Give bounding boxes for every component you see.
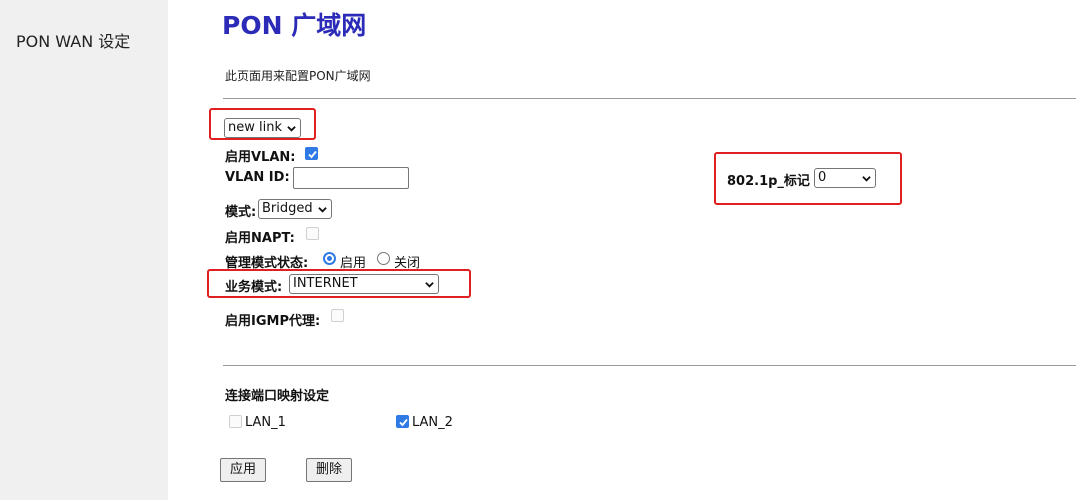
- enable-vlan-checkbox[interactable]: [305, 147, 318, 160]
- lan2-checkbox[interactable]: [396, 415, 409, 428]
- port-mapping-title: 连接端口映射设定: [225, 389, 330, 404]
- highlight-box-dot1p: [714, 152, 902, 205]
- delete-button[interactable]: 删除: [306, 458, 352, 482]
- mode-select-value: Bridged: [262, 201, 313, 216]
- lan1-label: LAN_1: [245, 415, 286, 430]
- apply-button[interactable]: 应用: [220, 458, 266, 482]
- enable-vlan-label: 启用VLAN:: [225, 150, 296, 165]
- highlight-box-service-mode: [207, 269, 471, 298]
- enable-igmp-checkbox[interactable]: [331, 309, 344, 322]
- lan1-checkbox[interactable]: [229, 415, 242, 428]
- chevron-down-icon: [318, 207, 327, 213]
- vlan-id-input[interactable]: [293, 167, 409, 189]
- admin-state-disable-radio[interactable]: [377, 252, 390, 265]
- page-title: PON 广域网: [222, 11, 367, 40]
- mode-select[interactable]: Bridged: [258, 199, 332, 219]
- highlight-box-link: [209, 108, 316, 140]
- lan2-label: LAN_2: [412, 415, 453, 430]
- enable-napt-checkbox[interactable]: [306, 227, 319, 240]
- divider: [223, 365, 1076, 366]
- mode-label: 模式:: [225, 205, 257, 220]
- vlan-id-label: VLAN ID:: [225, 170, 290, 185]
- checkmark-icon: [399, 418, 408, 427]
- enable-napt-label: 启用NAPT:: [225, 231, 295, 246]
- enable-igmp-label: 启用IGMP代理:: [225, 314, 321, 329]
- divider: [223, 98, 1076, 99]
- admin-state-enable-radio[interactable]: [323, 252, 336, 265]
- page-description: 此页面用来配置PON广域网: [225, 69, 371, 83]
- main-content: PON 广域网 此页面用来配置PON广域网 new link 启用VLAN: V…: [0, 0, 1080, 500]
- checkmark-icon: [308, 150, 317, 159]
